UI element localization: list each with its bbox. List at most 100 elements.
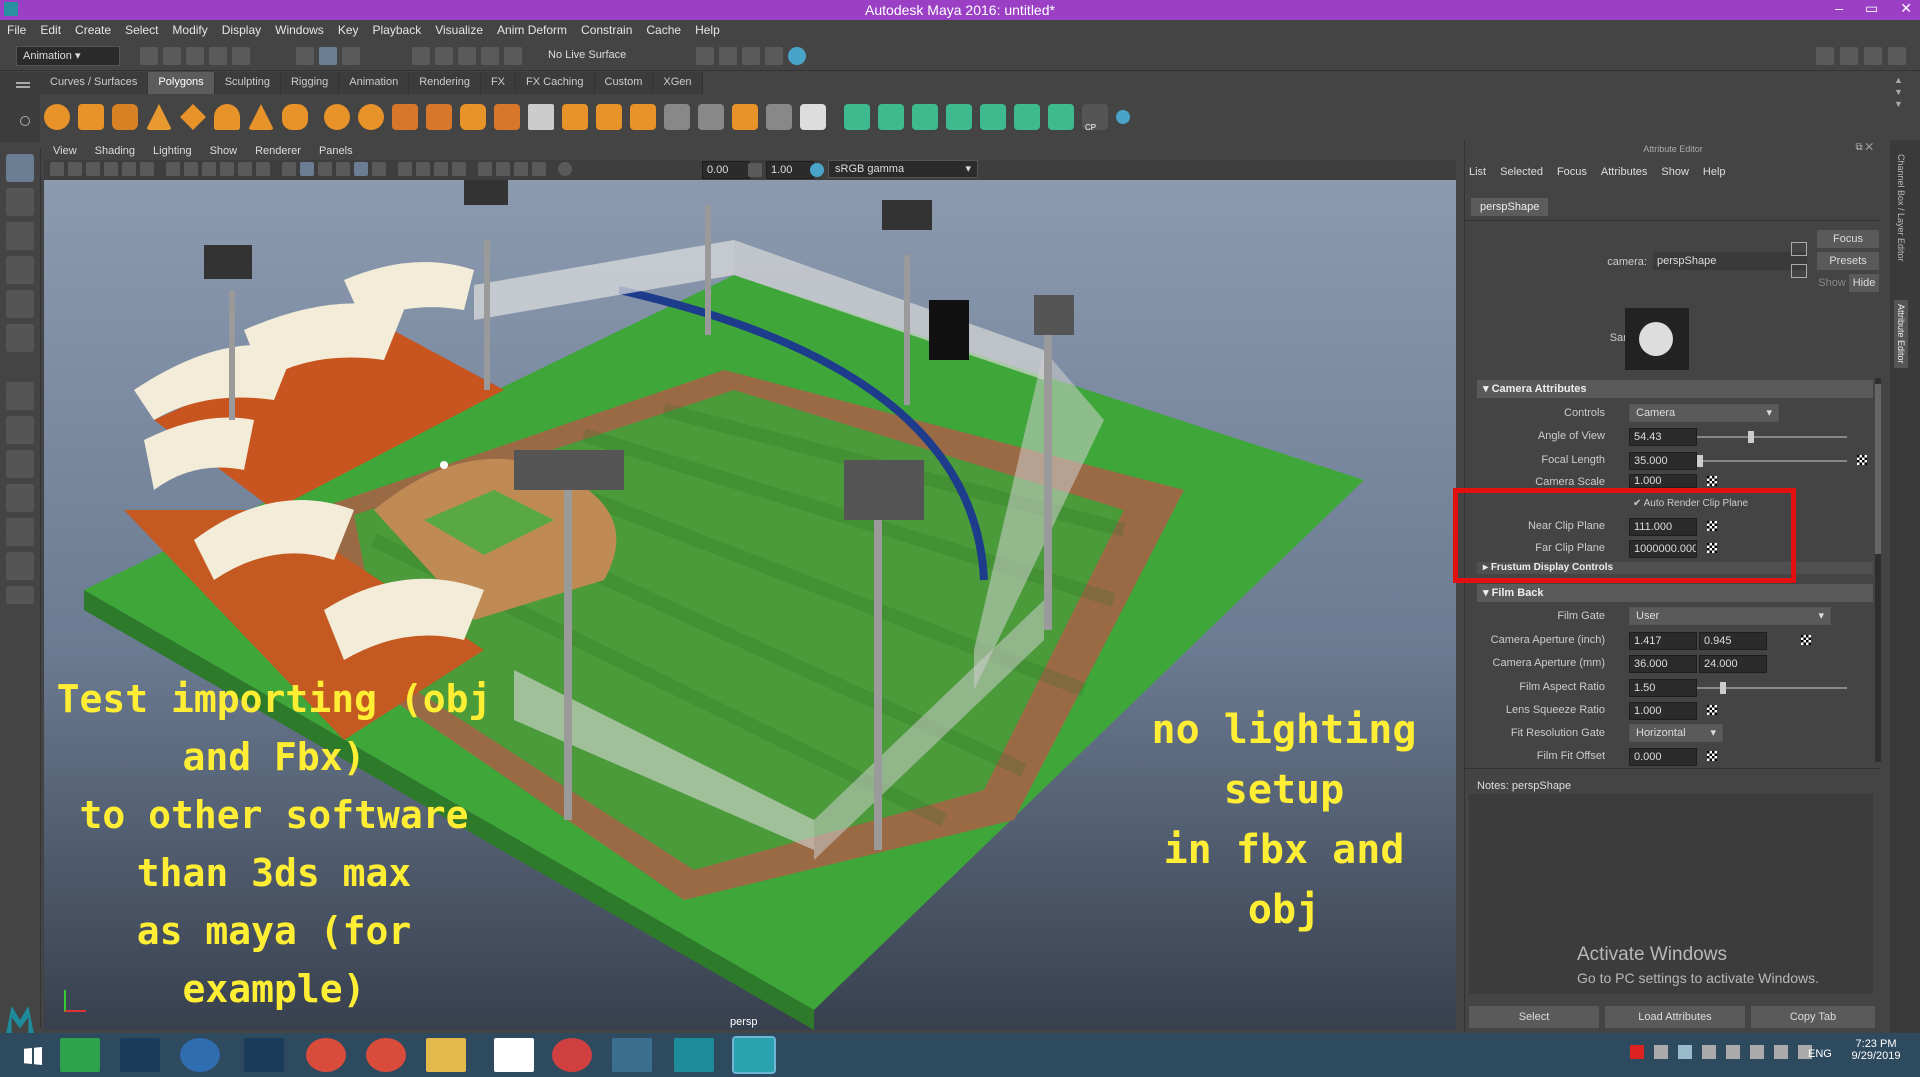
offset-edge-loop-icon[interactable] xyxy=(698,104,724,130)
tab-channel-box[interactable]: Channel Box / Layer Editor xyxy=(1896,154,1906,262)
fit-resolution-gate-dropdown[interactable]: Horizontal ▾ xyxy=(1629,724,1723,742)
photoshop-alt-icon[interactable] xyxy=(244,1038,284,1072)
ipr-render-icon[interactable] xyxy=(742,47,760,65)
poly-plane-icon[interactable] xyxy=(180,104,206,130)
field-chart-icon[interactable] xyxy=(238,162,252,176)
shadows-icon[interactable] xyxy=(398,162,412,176)
select-component-icon[interactable] xyxy=(342,47,360,65)
ae-menu-list[interactable]: List xyxy=(1469,166,1486,178)
lasso-tool-icon[interactable] xyxy=(6,188,34,216)
color-management-icon[interactable] xyxy=(810,163,824,177)
vp-menu-shading[interactable]: Shading xyxy=(86,144,144,160)
grease-pencil-icon[interactable] xyxy=(140,162,154,176)
smooth-icon[interactable] xyxy=(426,104,452,130)
film-fit-offset-map-icon[interactable] xyxy=(1707,751,1717,761)
outliner-layout-icon[interactable] xyxy=(6,552,34,580)
menu-help[interactable]: Help xyxy=(688,20,727,42)
uv-automatic-icon[interactable] xyxy=(946,104,972,130)
snap-curve-icon[interactable] xyxy=(435,47,453,65)
menu-cache[interactable]: Cache xyxy=(639,20,688,42)
poly-prism-icon[interactable] xyxy=(248,104,274,130)
film-fit-offset-field[interactable]: 0.000 xyxy=(1629,748,1697,766)
show-button[interactable]: Show xyxy=(1817,274,1847,292)
save-scene-icon[interactable] xyxy=(186,47,204,65)
uv-cut-icon[interactable] xyxy=(1048,104,1074,130)
undo-icon[interactable] xyxy=(209,47,227,65)
hypershade-icon[interactable] xyxy=(765,47,783,65)
textured-icon[interactable] xyxy=(354,162,368,176)
vp-menu-show[interactable]: Show xyxy=(201,144,247,160)
menu-playback[interactable]: Playback xyxy=(366,20,429,42)
menu-file[interactable]: File xyxy=(0,20,33,42)
gate-mask-icon[interactable] xyxy=(220,162,234,176)
fill-hole-icon[interactable] xyxy=(800,104,826,130)
paint-select-tool-icon[interactable] xyxy=(6,222,34,250)
tab-fx[interactable]: FX xyxy=(480,72,517,94)
select-button[interactable]: Select xyxy=(1469,1006,1599,1028)
menu-constrain[interactable]: Constrain xyxy=(574,20,639,42)
poly-torus-icon[interactable] xyxy=(214,104,240,130)
tray-app-icon[interactable] xyxy=(1630,1045,1644,1059)
smooth-shade-icon[interactable] xyxy=(300,162,314,176)
tab-rigging[interactable]: Rigging xyxy=(280,72,340,94)
film-aspect-ratio-slider-knob[interactable] xyxy=(1719,682,1726,694)
xray-components-icon[interactable] xyxy=(532,162,546,176)
resolution-gate-icon[interactable] xyxy=(202,162,216,176)
extrude-icon[interactable] xyxy=(494,104,520,130)
snap-view-icon[interactable] xyxy=(481,47,499,65)
poly-pipe-icon[interactable] xyxy=(282,104,308,130)
start-button[interactable] xyxy=(16,1038,50,1072)
live-surface-label[interactable]: No Live Surface xyxy=(548,49,626,61)
aperture-inch-x-field[interactable]: 1.417 xyxy=(1629,632,1697,650)
maximize-button[interactable]: ▭ xyxy=(1865,0,1878,17)
hypershade-layout-icon[interactable] xyxy=(6,518,34,546)
single-view-layout-icon[interactable] xyxy=(6,382,34,410)
menu-modify[interactable]: Modify xyxy=(165,20,214,42)
tab-perspshape[interactable]: perspShape xyxy=(1471,198,1549,216)
render-view-icon[interactable] xyxy=(788,47,806,65)
safe-action-icon[interactable] xyxy=(256,162,270,176)
layout-more-icon[interactable] xyxy=(6,586,34,604)
snap-point-icon[interactable] xyxy=(458,47,476,65)
camera-node-field[interactable]: perspShape xyxy=(1653,252,1807,270)
modeling-toolkit-icon[interactable] xyxy=(1816,47,1834,65)
gamma-field[interactable]: 1.00 xyxy=(766,161,814,179)
snap-surface-icon[interactable] xyxy=(504,47,522,65)
motion-blur-icon[interactable] xyxy=(434,162,448,176)
vp-menu-panels[interactable]: Panels xyxy=(310,144,362,160)
store-app-icon[interactable] xyxy=(60,1038,100,1072)
persp-graph-layout-icon[interactable] xyxy=(6,484,34,512)
tool-settings-icon[interactable] xyxy=(1864,47,1882,65)
focal-length-map-icon[interactable] xyxy=(1857,455,1867,465)
vp-menu-lighting[interactable]: Lighting xyxy=(144,144,201,160)
focus-button[interactable]: Focus xyxy=(1817,230,1879,248)
section-film-back[interactable]: ▾ Film Back xyxy=(1477,584,1873,602)
boolean-icon[interactable] xyxy=(460,104,486,130)
grid-toggle-icon[interactable] xyxy=(166,162,180,176)
tab-polygons[interactable]: Polygons xyxy=(148,72,215,94)
tab-animation[interactable]: Animation xyxy=(339,72,410,94)
tab-sculpting[interactable]: Sculpting xyxy=(214,72,281,94)
controls-dropdown[interactable]: Camera ▾ xyxy=(1629,404,1779,422)
menu-windows[interactable]: Windows xyxy=(268,20,331,42)
ae-menu-show[interactable]: Show xyxy=(1661,166,1689,178)
focal-length-slider[interactable] xyxy=(1697,460,1847,462)
perspective-viewport[interactable]: Test importing (obj and Fbx) to other so… xyxy=(44,180,1456,1030)
render-frame-icon[interactable] xyxy=(719,47,737,65)
select-hierarchy-icon[interactable] xyxy=(296,47,314,65)
redo-icon[interactable] xyxy=(232,47,250,65)
autocad-icon[interactable] xyxy=(494,1038,534,1072)
ae-menu-selected[interactable]: Selected xyxy=(1500,166,1543,178)
focal-length-field[interactable]: 35.000 xyxy=(1629,452,1697,470)
hide-button[interactable]: Hide xyxy=(1849,274,1879,292)
tab-attribute-editor[interactable]: Attribute Editor xyxy=(1894,300,1908,368)
exposure-field[interactable]: 0.00 xyxy=(702,161,750,179)
poly-cube-icon[interactable] xyxy=(78,104,104,130)
film-gate-dropdown[interactable]: User ▾ xyxy=(1629,607,1831,625)
presets-button[interactable]: Presets xyxy=(1817,252,1879,270)
menu-visualize[interactable]: Visualize xyxy=(428,20,490,42)
ae-float-icon[interactable]: ⧉ ✕ xyxy=(1855,142,1873,153)
rotate-tool-icon[interactable] xyxy=(6,290,34,318)
focal-length-slider-knob[interactable] xyxy=(1697,455,1703,467)
move-tool-icon[interactable] xyxy=(6,256,34,284)
